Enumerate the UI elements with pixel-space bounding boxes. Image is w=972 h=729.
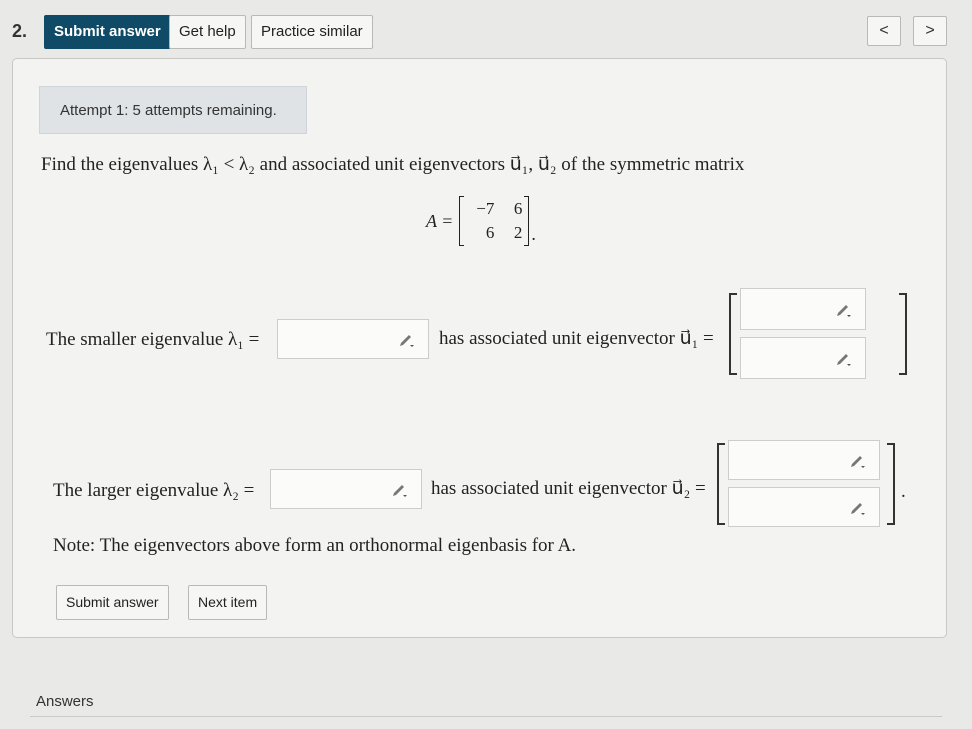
matrix-cell: 6 <box>485 223 495 242</box>
divider <box>30 716 942 717</box>
matrix-cell: 6 <box>513 199 523 218</box>
matrix-display: A = −7 6 6 2 . <box>426 196 536 246</box>
pencil-icon[interactable] <box>849 451 867 469</box>
larger-eigenvalue-label: The larger eigenvalue λ₂ = <box>53 480 255 501</box>
eigenvector-2-label: has associated unit eigenvector u⃗₂ = <box>431 478 706 499</box>
matrix-period: . <box>531 224 536 244</box>
eigenvector-2-component-1-input[interactable] <box>728 440 880 480</box>
matrix-grid: −7 6 6 2 <box>459 196 530 246</box>
pencil-icon[interactable] <box>391 480 409 498</box>
answers-heading: Answers <box>36 693 94 710</box>
next-item-button[interactable]: Next item <box>188 585 268 620</box>
pencil-icon[interactable] <box>849 498 867 516</box>
vector-1-left-bracket <box>729 293 737 375</box>
pencil-icon[interactable] <box>398 330 416 348</box>
matrix-cell: 2 <box>513 223 523 242</box>
pencil-icon[interactable] <box>835 349 853 367</box>
vector-2-left-bracket <box>717 443 725 525</box>
vector-1-right-bracket <box>899 293 907 375</box>
vector-2-right-bracket <box>887 443 895 525</box>
next-question-button[interactable]: > <box>913 16 947 46</box>
orthonormal-note: Note: The eigenvectors above form an ort… <box>53 535 577 556</box>
practice-similar-button[interactable]: Practice similar <box>251 15 373 49</box>
footer-submit-answer-button[interactable]: Submit answer <box>56 585 169 620</box>
matrix-label: A = <box>426 210 454 231</box>
submit-answer-button[interactable]: Submit answer <box>44 15 171 49</box>
vector-2-period: . <box>901 481 906 502</box>
eigenvector-1-component-1-input[interactable] <box>740 288 866 330</box>
attempt-banner: Attempt 1: 5 attempts remaining. <box>39 86 307 134</box>
previous-question-button[interactable]: < <box>867 16 901 46</box>
smaller-eigenvalue-label: The smaller eigenvalue λ₁ = <box>46 329 260 350</box>
larger-eigenvalue-input[interactable] <box>270 469 422 509</box>
eigenvector-1-label: has associated unit eigenvector u⃗₁ = <box>439 328 714 349</box>
chevron-left-icon: < <box>879 22 889 39</box>
chevron-right-icon: > <box>925 22 935 39</box>
question-prompt: Find the eigenvalues λ₁ < λ₂ and associa… <box>41 154 745 175</box>
question-card: Attempt 1: 5 attempts remaining. Find th… <box>12 58 947 638</box>
matrix-cell: −7 <box>476 199 495 218</box>
pencil-icon[interactable] <box>835 300 853 318</box>
smaller-eigenvalue-input[interactable] <box>277 319 429 359</box>
eigenvector-2-component-2-input[interactable] <box>728 487 880 527</box>
question-number: 2. <box>12 21 28 41</box>
eigenvector-1-component-2-input[interactable] <box>740 337 866 379</box>
get-help-button[interactable]: Get help <box>169 15 246 49</box>
